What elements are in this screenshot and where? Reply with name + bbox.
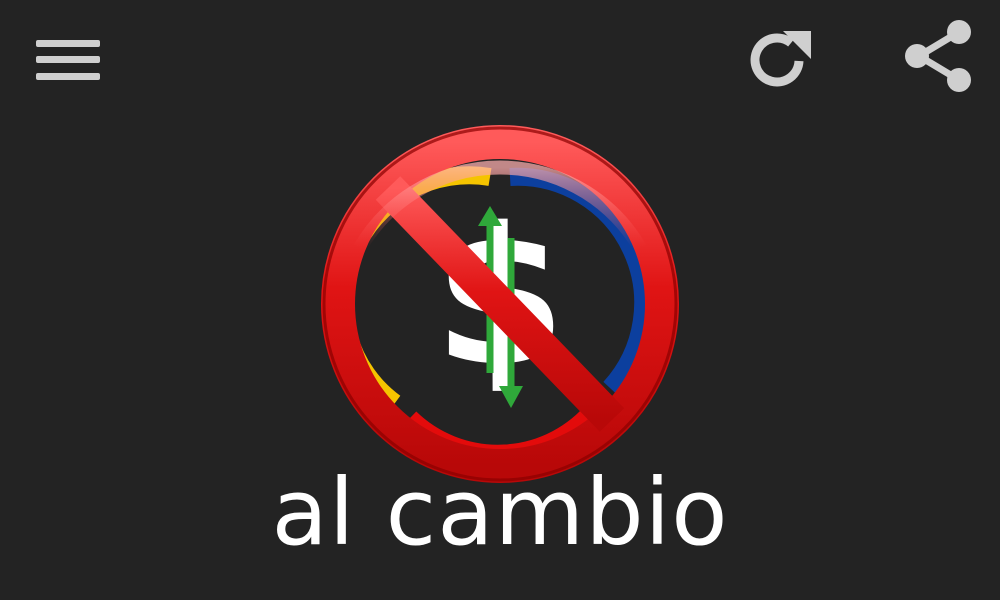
prohibition-icon (321, 125, 679, 483)
app-screen: $ al cambio (0, 0, 1000, 600)
brand-name: al cambio (271, 459, 729, 566)
al-cambio-logo: $ (321, 125, 679, 483)
logo-area: $ al cambio (0, 0, 1000, 600)
